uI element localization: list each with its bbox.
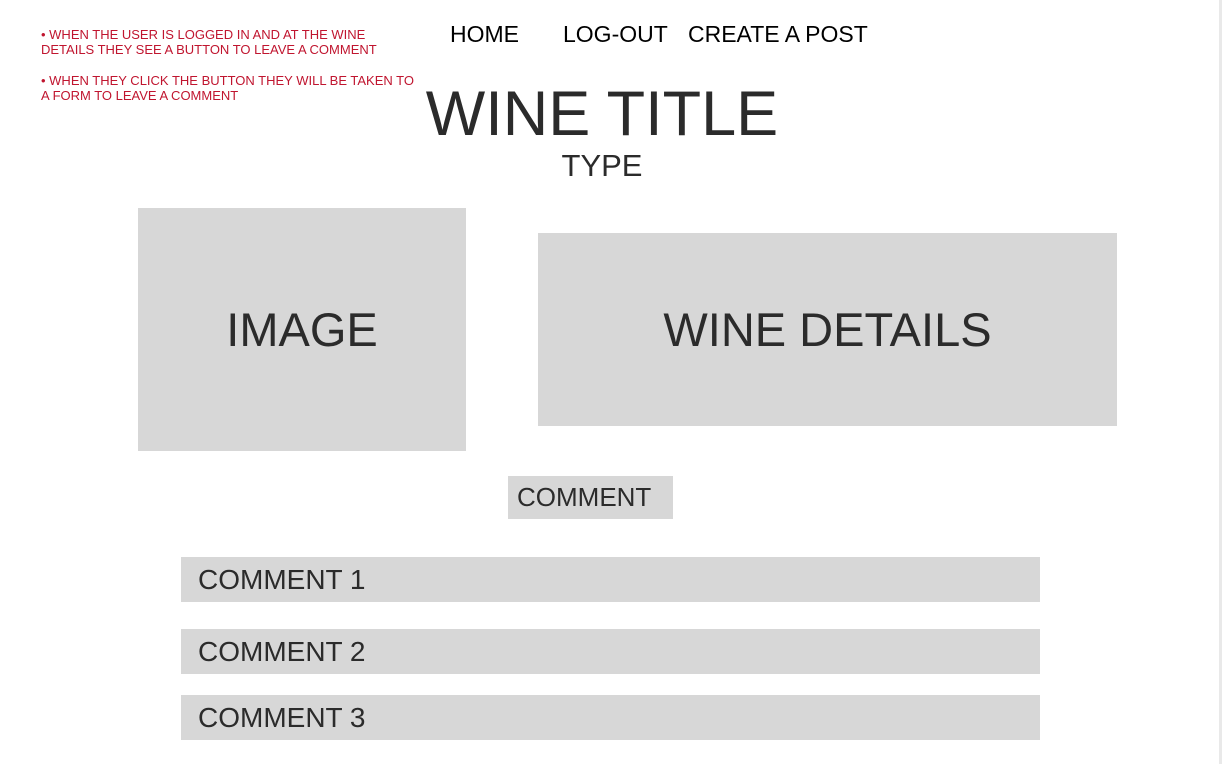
nav-create-post-link[interactable]: CREATE A POST [688, 19, 868, 49]
comment-item: COMMENT 3 [181, 695, 1040, 740]
wine-image-label: IMAGE [226, 303, 378, 356]
wine-title: WINE TITLE [425, 79, 779, 149]
wine-details-label: WINE DETAILS [663, 303, 992, 356]
wine-type: TYPE [561, 148, 643, 183]
nav-home-link[interactable]: HOME [450, 19, 519, 49]
wine-image-placeholder: IMAGE [138, 208, 466, 451]
comment-item: COMMENT 1 [181, 557, 1040, 602]
wine-details-panel: WINE DETAILS [538, 233, 1117, 426]
leave-comment-button[interactable]: COMMENT [508, 476, 673, 519]
comment-item: COMMENT 2 [181, 629, 1040, 674]
annotation-note: • WHEN THE USER IS LOGGED IN AND AT THE … [41, 27, 377, 57]
nav-logout-link[interactable]: LOG-OUT [563, 19, 668, 49]
